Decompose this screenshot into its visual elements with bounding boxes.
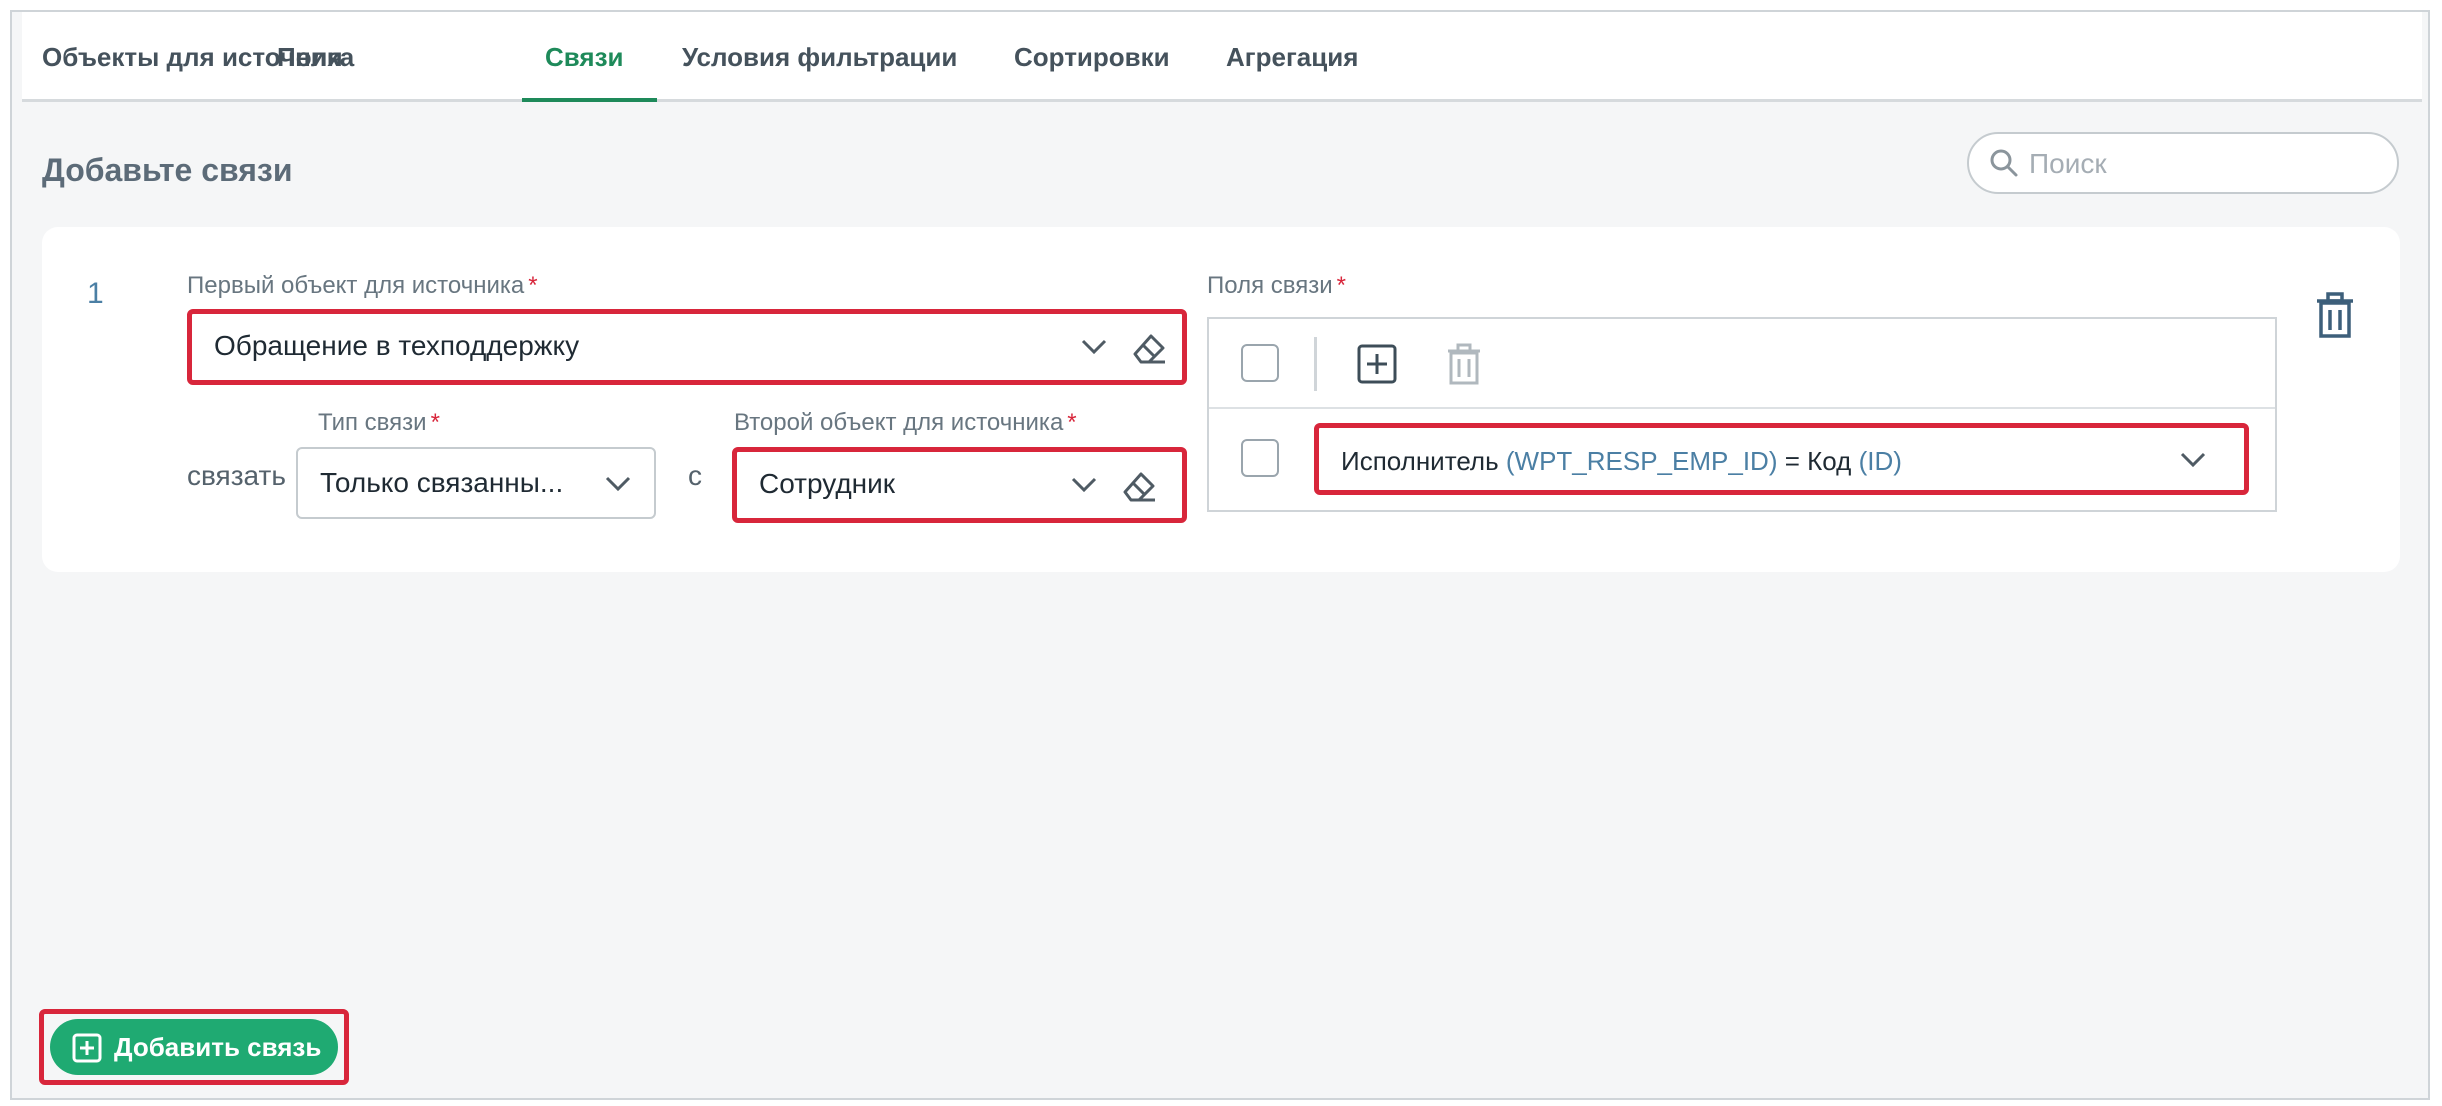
link-word: связать [187, 460, 286, 491]
toolbar-divider [1314, 337, 1317, 391]
search-box [1967, 132, 2399, 194]
delete-link-trash-icon[interactable] [2315, 292, 2355, 343]
select-all-checkbox[interactable] [1241, 344, 1279, 382]
add-link-button[interactable]: Добавить связь [50, 1019, 338, 1075]
relation-value: Исполнитель (WPT_RESP_EMP_ID) = Код (ID) [1341, 446, 1902, 476]
tab-aggregation[interactable]: Агрегация [1226, 42, 1358, 102]
relation-toolbar [1209, 319, 2275, 409]
tab-sorting[interactable]: Сортировки [1014, 42, 1170, 102]
relation-fields-panel: Исполнитель (WPT_RESP_EMP_ID) = Код (ID) [1207, 317, 2277, 512]
first-object-value: Обращение в техподдержку [214, 330, 580, 361]
second-object-value: Сотрудник [759, 468, 896, 499]
eraser-icon[interactable] [1129, 328, 1169, 373]
add-link-label: Добавить связь [114, 1032, 322, 1062]
relation-field-select[interactable]: Исполнитель (WPT_RESP_EMP_ID) = Код (ID) [1314, 423, 2249, 495]
first-object-label: Первый объект для источника * [187, 272, 538, 299]
tab-filter-conditions[interactable]: Условия фильтрации [682, 42, 957, 102]
chevron-down-icon[interactable] [1070, 476, 1098, 499]
trash-icon[interactable] [1446, 343, 1482, 390]
relation-row-checkbox[interactable] [1241, 439, 1279, 477]
search-icon [1989, 148, 2019, 183]
add-link-highlight: Добавить связь [39, 1009, 349, 1085]
active-tab-indicator [522, 98, 657, 102]
page-title: Добавьте связи [42, 152, 293, 188]
with-word: с [688, 460, 702, 491]
link-type-select[interactable]: Только связанны... [296, 447, 656, 519]
add-square-icon [72, 1033, 102, 1070]
relation-fields-label: Поля связи * [1207, 272, 1346, 299]
link-type-value: Только связанны... [320, 467, 564, 498]
tab-fields[interactable]: Поля [277, 42, 343, 102]
chevron-down-icon[interactable] [604, 475, 632, 498]
first-object-select[interactable]: Обращение в техподдержку [187, 309, 1187, 385]
link-type-label: Тип связи * [318, 409, 440, 436]
link-number: 1 [87, 277, 104, 310]
tab-links[interactable]: Связи [545, 42, 624, 102]
link-card: 1 Первый объект для источника * Обращение… [42, 227, 2400, 572]
chevron-down-icon[interactable] [2179, 451, 2207, 474]
second-object-label: Второй объект для источника * [734, 409, 1077, 436]
eraser-icon[interactable] [1119, 466, 1159, 511]
window-frame: Объекты для источника Поля Связи Условия… [10, 10, 2430, 1100]
chevron-down-icon[interactable] [1080, 338, 1108, 361]
tab-bar: Объекты для источника Поля Связи Условия… [22, 12, 2422, 102]
search-input[interactable] [2029, 144, 2379, 184]
add-square-icon[interactable] [1356, 343, 1398, 390]
second-object-select[interactable]: Сотрудник [732, 447, 1187, 523]
